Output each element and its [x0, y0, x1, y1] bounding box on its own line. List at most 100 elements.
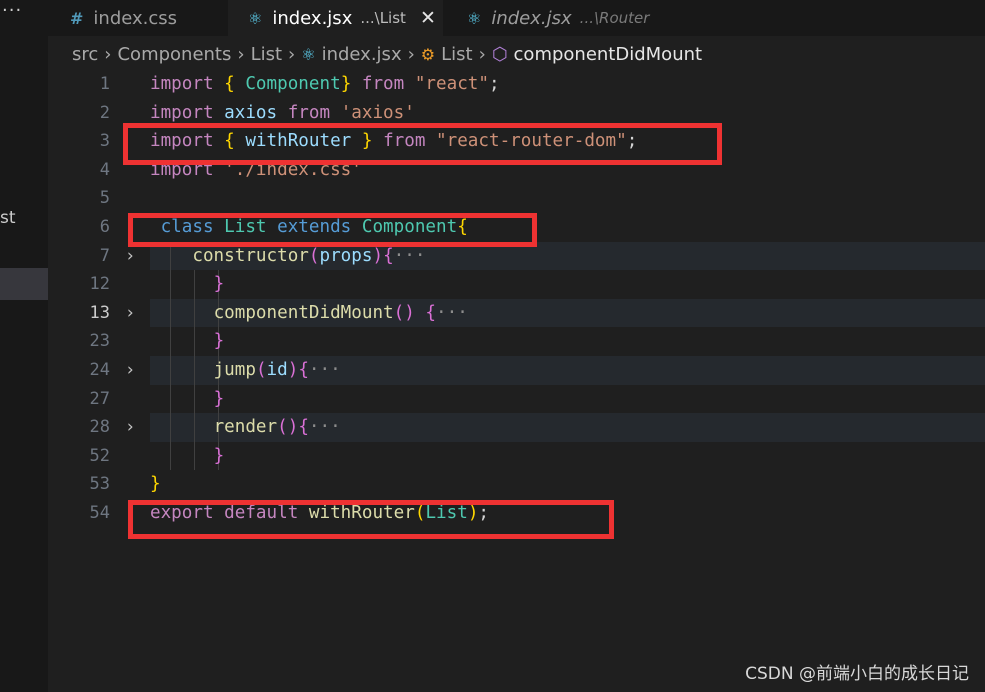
line-number: 2 — [99, 102, 110, 123]
fold-chevron-icon[interactable]: › — [125, 299, 135, 328]
code-text: componentDidMount() {··· — [150, 299, 468, 328]
fold-chevron-icon[interactable]: › — [125, 356, 135, 385]
breadcrumb-item-file[interactable]: index.jsx — [322, 44, 402, 65]
code-token: Component — [245, 74, 341, 94]
line-number: 4 — [99, 159, 110, 180]
breadcrumb-item-components[interactable]: Components — [117, 44, 231, 65]
code-line[interactable]: 5 — [48, 184, 985, 213]
code-token: () — [277, 417, 299, 438]
breadcrumb-item-method[interactable]: componentDidMount — [514, 44, 703, 65]
breadcrumb: src › Components › List › ⚛ index.jsx › … — [72, 42, 702, 66]
code-token: import — [150, 74, 214, 94]
code-line[interactable]: 23 } — [48, 327, 985, 356]
code-token: } — [213, 445, 225, 466]
close-icon[interactable]: ✕ — [420, 7, 436, 29]
code-text: jump(id){··· — [150, 356, 341, 385]
line-number: 52 — [89, 445, 110, 466]
code-token: "react" — [414, 74, 489, 94]
line-number: 3 — [99, 131, 110, 152]
breadcrumb-item-class[interactable]: List — [441, 44, 472, 65]
line-number: 6 — [99, 217, 110, 237]
code-token: props — [319, 245, 373, 266]
code-text: import { Component} from "react"; — [150, 70, 500, 99]
tab-index-css[interactable]: # index.css — [48, 0, 228, 36]
code-token: from — [361, 74, 405, 94]
activity-sidebar: ··· st — [0, 0, 48, 692]
code-line[interactable]: 1 import { Component} from "react"; — [48, 70, 985, 99]
breadcrumb-item-list-folder[interactable]: List — [251, 44, 282, 65]
line-number: 23 — [89, 331, 110, 352]
code-line[interactable]: 52 } — [48, 441, 985, 471]
chevron-right-icon: › — [237, 43, 245, 65]
folded-ellipsis-icon[interactable]: ··· — [394, 246, 426, 266]
code-token: axios — [224, 102, 278, 123]
folded-ellipsis-icon[interactable]: ··· — [309, 360, 341, 380]
code-line[interactable]: 28 › render(){··· — [48, 413, 985, 442]
code-token: ( — [308, 245, 320, 266]
more-actions-icon[interactable]: ··· — [2, 0, 22, 21]
css-file-icon: # — [70, 8, 84, 28]
fold-chevron-icon[interactable]: › — [125, 413, 135, 442]
annotation-box-import-withrouter — [123, 123, 722, 165]
annotation-box-class-declaration — [128, 213, 537, 247]
code-line[interactable]: 27 } — [48, 384, 985, 414]
line-number: 12 — [89, 274, 110, 295]
chevron-right-icon: › — [407, 43, 415, 65]
method-symbol-icon: ⬡ — [491, 43, 508, 65]
code-text: } — [150, 470, 161, 499]
tab-label: index.jsx — [491, 7, 572, 29]
breadcrumb-item-src[interactable]: src — [72, 44, 98, 65]
line-number: 7 — [99, 245, 110, 266]
watermark: CSDN @前端小白的成长日记 — [745, 664, 969, 684]
line-number: 27 — [89, 388, 110, 409]
code-line[interactable]: 24 › jump(id){··· — [48, 356, 985, 385]
code-line[interactable]: 53} — [48, 470, 985, 499]
code-text: } — [150, 270, 225, 299]
tab-label: index.css — [93, 7, 178, 29]
code-token: ( — [255, 360, 267, 380]
tab-index-jsx-list[interactable]: ⚛ index.jsx ...\List ✕ — [228, 0, 443, 36]
tab-index-jsx-router[interactable]: ⚛ index.jsx ...\Router — [443, 0, 685, 36]
code-token: { — [224, 74, 235, 94]
code-token: { — [425, 302, 437, 323]
line-number: 28 — [89, 417, 110, 438]
folded-ellipsis-icon[interactable]: ··· — [436, 303, 468, 323]
chevron-right-icon: › — [104, 43, 112, 65]
code-token: id — [266, 360, 288, 380]
code-token: } — [340, 74, 352, 94]
code-token: ) — [372, 245, 384, 266]
tab-bar: # index.css ⚛ index.jsx ...\List ✕ ⚛ ind… — [48, 0, 985, 36]
code-line[interactable]: 12 } — [48, 270, 985, 299]
chevron-right-icon: › — [288, 43, 296, 65]
line-number: 5 — [99, 188, 110, 209]
code-line[interactable]: 13 › componentDidMount() {··· — [48, 298, 985, 328]
code-token: { — [298, 417, 309, 438]
code-text: } — [150, 385, 225, 414]
sidebar-selected-item[interactable] — [0, 268, 48, 300]
code-token: } — [213, 388, 225, 409]
folded-ellipsis-icon[interactable]: ··· — [309, 417, 341, 437]
code-token: { — [298, 360, 309, 380]
line-number: 24 — [89, 360, 110, 380]
code-token: { — [383, 245, 394, 266]
tab-description: ...\List — [360, 9, 406, 27]
code-token: } — [150, 474, 161, 495]
code-token: componentDidMount — [213, 302, 394, 323]
annotation-box-export-default — [128, 500, 614, 539]
sidebar-partial-label: st — [0, 208, 16, 228]
tab-label: index.jsx — [272, 7, 353, 29]
code-token: ) — [287, 360, 299, 380]
code-token: render — [213, 417, 278, 438]
code-token: jump — [213, 360, 256, 380]
